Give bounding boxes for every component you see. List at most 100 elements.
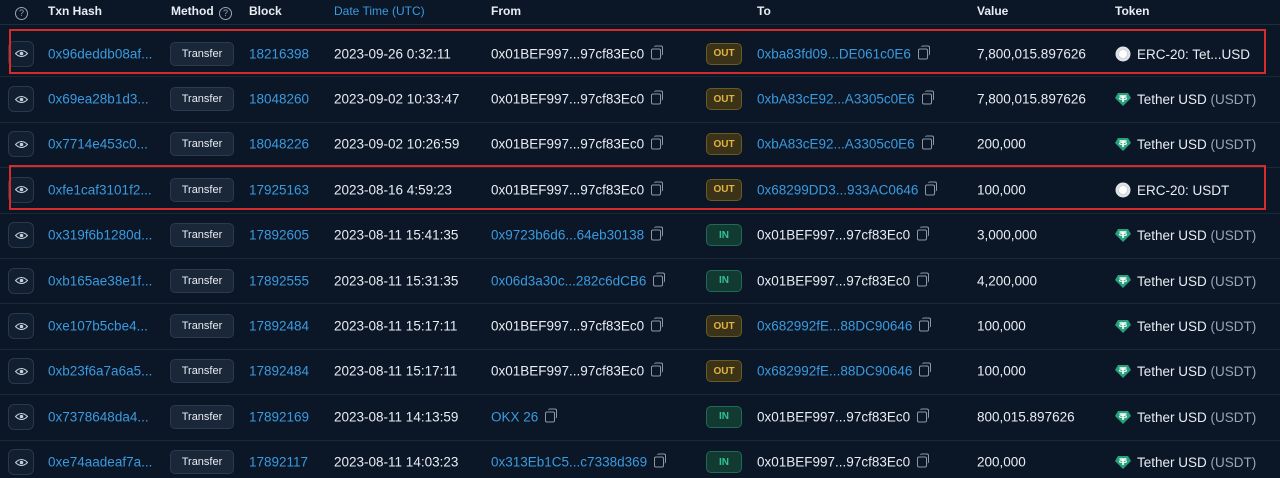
table-row: 0x69ea28b1d3... Transfer 18048260 2023-09-0… bbox=[0, 76, 1280, 123]
copy-icon[interactable] bbox=[921, 135, 934, 150]
eye-preview-icon[interactable] bbox=[8, 40, 34, 67]
to-address-text: 0x01BEF997...97cf83Ec0 bbox=[757, 227, 911, 243]
token[interactable]: Tether USD (USDT) bbox=[1115, 318, 1256, 334]
to-address-text[interactable]: 0x682992fE...88DC90646 bbox=[757, 319, 912, 334]
from-address-text: 0x01BEF997...97cf83Ec0 bbox=[491, 136, 645, 152]
help-icon[interactable]: ? bbox=[13, 4, 28, 20]
token[interactable]: Tether USD (USDT) bbox=[1115, 454, 1256, 470]
block-link[interactable]: 18048260 bbox=[249, 92, 309, 107]
block-link[interactable]: 17892484 bbox=[249, 364, 309, 379]
copy-icon[interactable] bbox=[545, 408, 558, 423]
copy-icon[interactable] bbox=[651, 90, 664, 105]
block-link[interactable]: 17892169 bbox=[249, 409, 309, 424]
txn-hash-link[interactable]: 0x96deddb08af... bbox=[48, 46, 152, 61]
copy-icon[interactable] bbox=[653, 272, 666, 287]
block-link[interactable]: 18216398 bbox=[249, 46, 309, 61]
direction-badge: OUT bbox=[706, 360, 742, 383]
txn-hash-link[interactable]: 0xfe1caf3101f2... bbox=[48, 182, 152, 197]
to-address-text[interactable]: 0xbA83cE92...A3305c0E6 bbox=[757, 137, 915, 152]
value: 3,000,000 bbox=[977, 227, 1038, 243]
token[interactable]: Tether USD (USDT) bbox=[1115, 409, 1256, 425]
from-address: 0x01BEF997...97cf83Ec0 bbox=[491, 181, 664, 197]
copy-icon[interactable] bbox=[919, 317, 932, 332]
token[interactable]: Tether USD (USDT) bbox=[1115, 136, 1256, 152]
to-address-text[interactable]: 0xba83fd09...DE061c0E6 bbox=[757, 46, 911, 61]
eye-preview-icon[interactable] bbox=[8, 86, 34, 113]
eye-preview-icon[interactable] bbox=[8, 313, 34, 340]
copy-icon[interactable] bbox=[651, 317, 664, 332]
block-link[interactable]: 17892555 bbox=[249, 273, 309, 288]
txn-hash-link[interactable]: 0xb165ae38e1f... bbox=[48, 273, 152, 288]
date-time: 2023-08-11 15:41:35 bbox=[334, 227, 459, 243]
from-address-text[interactable]: 0x313Eb1C5...c7338d369 bbox=[491, 455, 647, 470]
block-link[interactable]: 17892484 bbox=[249, 319, 309, 334]
to-address-text[interactable]: 0x68299DD3...933AC0646 bbox=[757, 182, 918, 197]
token-name: Tether USD bbox=[1137, 319, 1207, 335]
eye-preview-icon[interactable] bbox=[8, 222, 34, 249]
copy-icon[interactable] bbox=[917, 226, 930, 241]
txn-hash-link[interactable]: 0xe107b5cbe4... bbox=[48, 319, 148, 334]
tether-icon bbox=[1115, 364, 1137, 379]
token[interactable]: ERC-20: USDT bbox=[1115, 182, 1229, 198]
copy-icon[interactable] bbox=[925, 181, 938, 196]
to-address-text[interactable]: 0x682992fE...88DC90646 bbox=[757, 364, 912, 379]
date-time: 2023-09-02 10:26:59 bbox=[334, 136, 460, 152]
copy-icon[interactable] bbox=[917, 408, 930, 423]
token[interactable]: ERC-20: Tet...USD bbox=[1115, 46, 1250, 62]
copy-icon[interactable] bbox=[919, 362, 932, 377]
direction-badge: IN bbox=[706, 269, 742, 292]
eye-preview-icon[interactable] bbox=[8, 403, 34, 430]
from-address-text[interactable]: OKX 26 bbox=[491, 409, 538, 424]
txn-hash-link[interactable]: 0xb23f6a7a6a5... bbox=[48, 364, 152, 379]
token[interactable]: Tether USD (USDT) bbox=[1115, 227, 1256, 243]
txn-hash-link[interactable]: 0xe74aadeaf7a... bbox=[48, 455, 152, 470]
eye-preview-icon[interactable] bbox=[8, 267, 34, 294]
copy-icon[interactable] bbox=[651, 181, 664, 196]
txn-hash-link[interactable]: 0x69ea28b1d3... bbox=[48, 92, 149, 107]
copy-icon[interactable] bbox=[651, 135, 664, 150]
copy-icon[interactable] bbox=[651, 362, 664, 377]
eye-preview-icon[interactable] bbox=[8, 131, 34, 158]
eye-preview-icon[interactable] bbox=[8, 358, 34, 385]
method-badge: Transfer bbox=[170, 268, 234, 293]
value: 7,800,015.897626 bbox=[977, 91, 1086, 107]
txn-hash-link[interactable]: 0x319f6b1280d... bbox=[48, 228, 152, 243]
token[interactable]: Tether USD (USDT) bbox=[1115, 363, 1256, 379]
txn-hash-link[interactable]: 0x7714e453c0... bbox=[48, 137, 148, 152]
block-link[interactable]: 17892605 bbox=[249, 228, 309, 243]
token[interactable]: Tether USD (USDT) bbox=[1115, 91, 1256, 107]
block-link[interactable]: 18048226 bbox=[249, 137, 309, 152]
header-date-time[interactable]: Date Time (UTC) bbox=[334, 4, 425, 18]
copy-icon[interactable] bbox=[651, 226, 664, 241]
erc20-circle-icon bbox=[1115, 46, 1137, 62]
date-time: 2023-08-11 14:03:23 bbox=[334, 454, 459, 470]
method-help-icon[interactable]: ? bbox=[219, 7, 232, 20]
copy-icon[interactable] bbox=[654, 453, 667, 468]
token-symbol: (USDT) bbox=[1210, 455, 1257, 471]
date-time: 2023-08-11 15:31:35 bbox=[334, 273, 459, 289]
copy-icon[interactable] bbox=[651, 45, 664, 60]
to-address-text[interactable]: 0xbA83cE92...A3305c0E6 bbox=[757, 92, 915, 107]
direction-badge: IN bbox=[706, 405, 742, 428]
to-address: 0x01BEF997...97cf83Ec0 bbox=[757, 272, 930, 288]
token[interactable]: Tether USD (USDT) bbox=[1115, 273, 1256, 289]
header-txn-hash: Txn Hash bbox=[48, 4, 103, 18]
copy-icon[interactable] bbox=[917, 453, 930, 468]
txn-hash-link[interactable]: 0x7378648da4... bbox=[48, 409, 149, 424]
to-address: 0xbA83cE92...A3305c0E6 bbox=[757, 135, 934, 152]
to-address: 0xbA83cE92...A3305c0E6 bbox=[757, 90, 934, 107]
block-link[interactable]: 17892117 bbox=[249, 455, 308, 470]
block-link[interactable]: 17925163 bbox=[249, 182, 309, 197]
table-row: 0xb165ae38e1f... Transfer 17892555 2023-08-… bbox=[0, 258, 1280, 305]
erc20-circle-icon bbox=[1115, 182, 1137, 198]
direction-badge: IN bbox=[706, 451, 742, 474]
from-address-text[interactable]: 0x06d3a30c...282c6dCB6 bbox=[491, 273, 646, 288]
copy-icon[interactable] bbox=[921, 90, 934, 105]
direction-badge: OUT bbox=[706, 315, 742, 338]
eye-preview-icon[interactable] bbox=[8, 449, 34, 476]
copy-icon[interactable] bbox=[917, 272, 930, 287]
header-method-label: Method bbox=[171, 4, 214, 18]
from-address-text[interactable]: 0x9723b6d6...64eb30138 bbox=[491, 228, 644, 243]
eye-preview-icon[interactable] bbox=[8, 176, 34, 203]
copy-icon[interactable] bbox=[917, 45, 930, 60]
